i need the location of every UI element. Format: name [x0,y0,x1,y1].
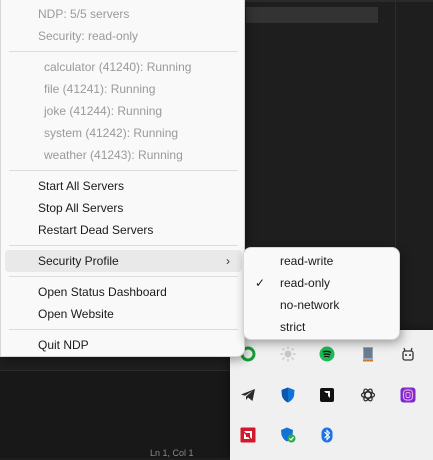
chevron-right-icon: › [226,254,230,268]
editor-tab-strip [246,7,378,23]
chatgpt-icon[interactable] [360,387,376,403]
tray-overflow-panel [230,330,433,460]
profile-item-read-write[interactable]: read-write [244,250,399,272]
menu-separator [9,51,238,52]
menu-separator [9,276,238,277]
security-profile-submenu: read-write ✓ read-only no-network strict [243,247,400,340]
security-profile-label: Security Profile [38,254,119,268]
server-item-calculator: calculator (41240): Running [44,60,192,74]
profile-item-read-only[interactable]: ✓ read-only [244,272,399,294]
server-item-weather: weather (41243): Running [44,148,183,162]
robot-app-icon[interactable] [400,346,416,362]
servers-status-item: NDP: 5/5 servers [38,7,130,21]
profile-item-no-network[interactable]: no-network [244,294,399,316]
restart-dead-servers-item[interactable]: Restart Dead Servers [1,219,246,241]
server-item-file: file (41241): Running [44,82,156,96]
bluetooth-icon[interactable] [319,427,335,443]
profile-item-strict[interactable]: strict [244,316,399,338]
amd-software-icon[interactable] [319,387,335,403]
security-status-item: Security: read-only [38,29,139,43]
amd-icon[interactable] [240,427,256,443]
security-profile-item[interactable]: Security Profile › [5,250,242,272]
tablet-app-icon[interactable] [360,346,376,362]
telegram-icon[interactable] [240,387,256,403]
spotify-icon[interactable] [319,346,335,362]
editor-status-text: Ln 1, Col 1 [150,448,194,458]
editor-panel-border [0,370,240,371]
menu-separator [9,245,238,246]
menu-separator [9,170,238,171]
stop-all-servers-item[interactable]: Stop All Servers [1,197,246,219]
quit-ndp-item[interactable]: Quit NDP [1,334,246,356]
checkmark-icon: ✓ [255,276,266,290]
sun-icon[interactable] [280,346,296,362]
open-website-item[interactable]: Open Website [1,303,246,325]
editor-bottom-panel [0,370,240,458]
start-all-servers-item[interactable]: Start All Servers [1,175,246,197]
ndp-context-menu: NDP: 5/5 servers Security: read-only cal… [0,0,245,357]
menu-separator [9,329,238,330]
security-shield-check-icon[interactable] [280,427,296,443]
fingerprint-app-icon[interactable] [400,387,416,403]
open-status-dashboard-item[interactable]: Open Status Dashboard [1,281,246,303]
profile-item-label: read-only [280,276,331,290]
defender-shield-icon[interactable] [280,387,296,403]
server-item-system: system (41242): Running [44,126,179,140]
server-item-joke: joke (41244): Running [44,104,163,118]
